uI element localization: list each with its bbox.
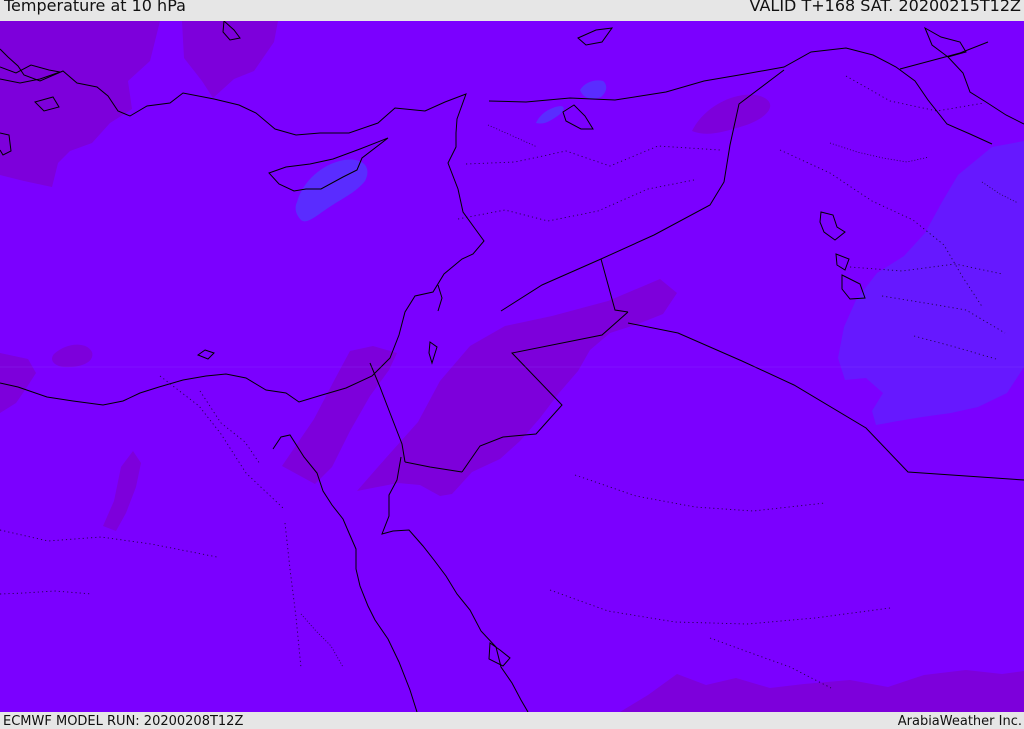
- temperature-map: [0, 21, 1024, 712]
- map-footer: ECMWF MODEL RUN: 20200208T12Z ArabiaWeat…: [0, 712, 1024, 729]
- weather-map-page: Temperature at 10 hPa VALID T+168 SAT. 2…: [0, 0, 1024, 729]
- valid-time-label: VALID T+168 SAT. 20200215T12Z: [749, 0, 1021, 15]
- credit-label: ArabiaWeather Inc.: [897, 714, 1022, 729]
- map-title: Temperature at 10 hPa: [4, 0, 186, 15]
- model-run-label: ECMWF MODEL RUN: 20200208T12Z: [3, 714, 244, 729]
- map-header: Temperature at 10 hPa VALID T+168 SAT. 2…: [0, 0, 1024, 21]
- map-canvas: [0, 21, 1024, 712]
